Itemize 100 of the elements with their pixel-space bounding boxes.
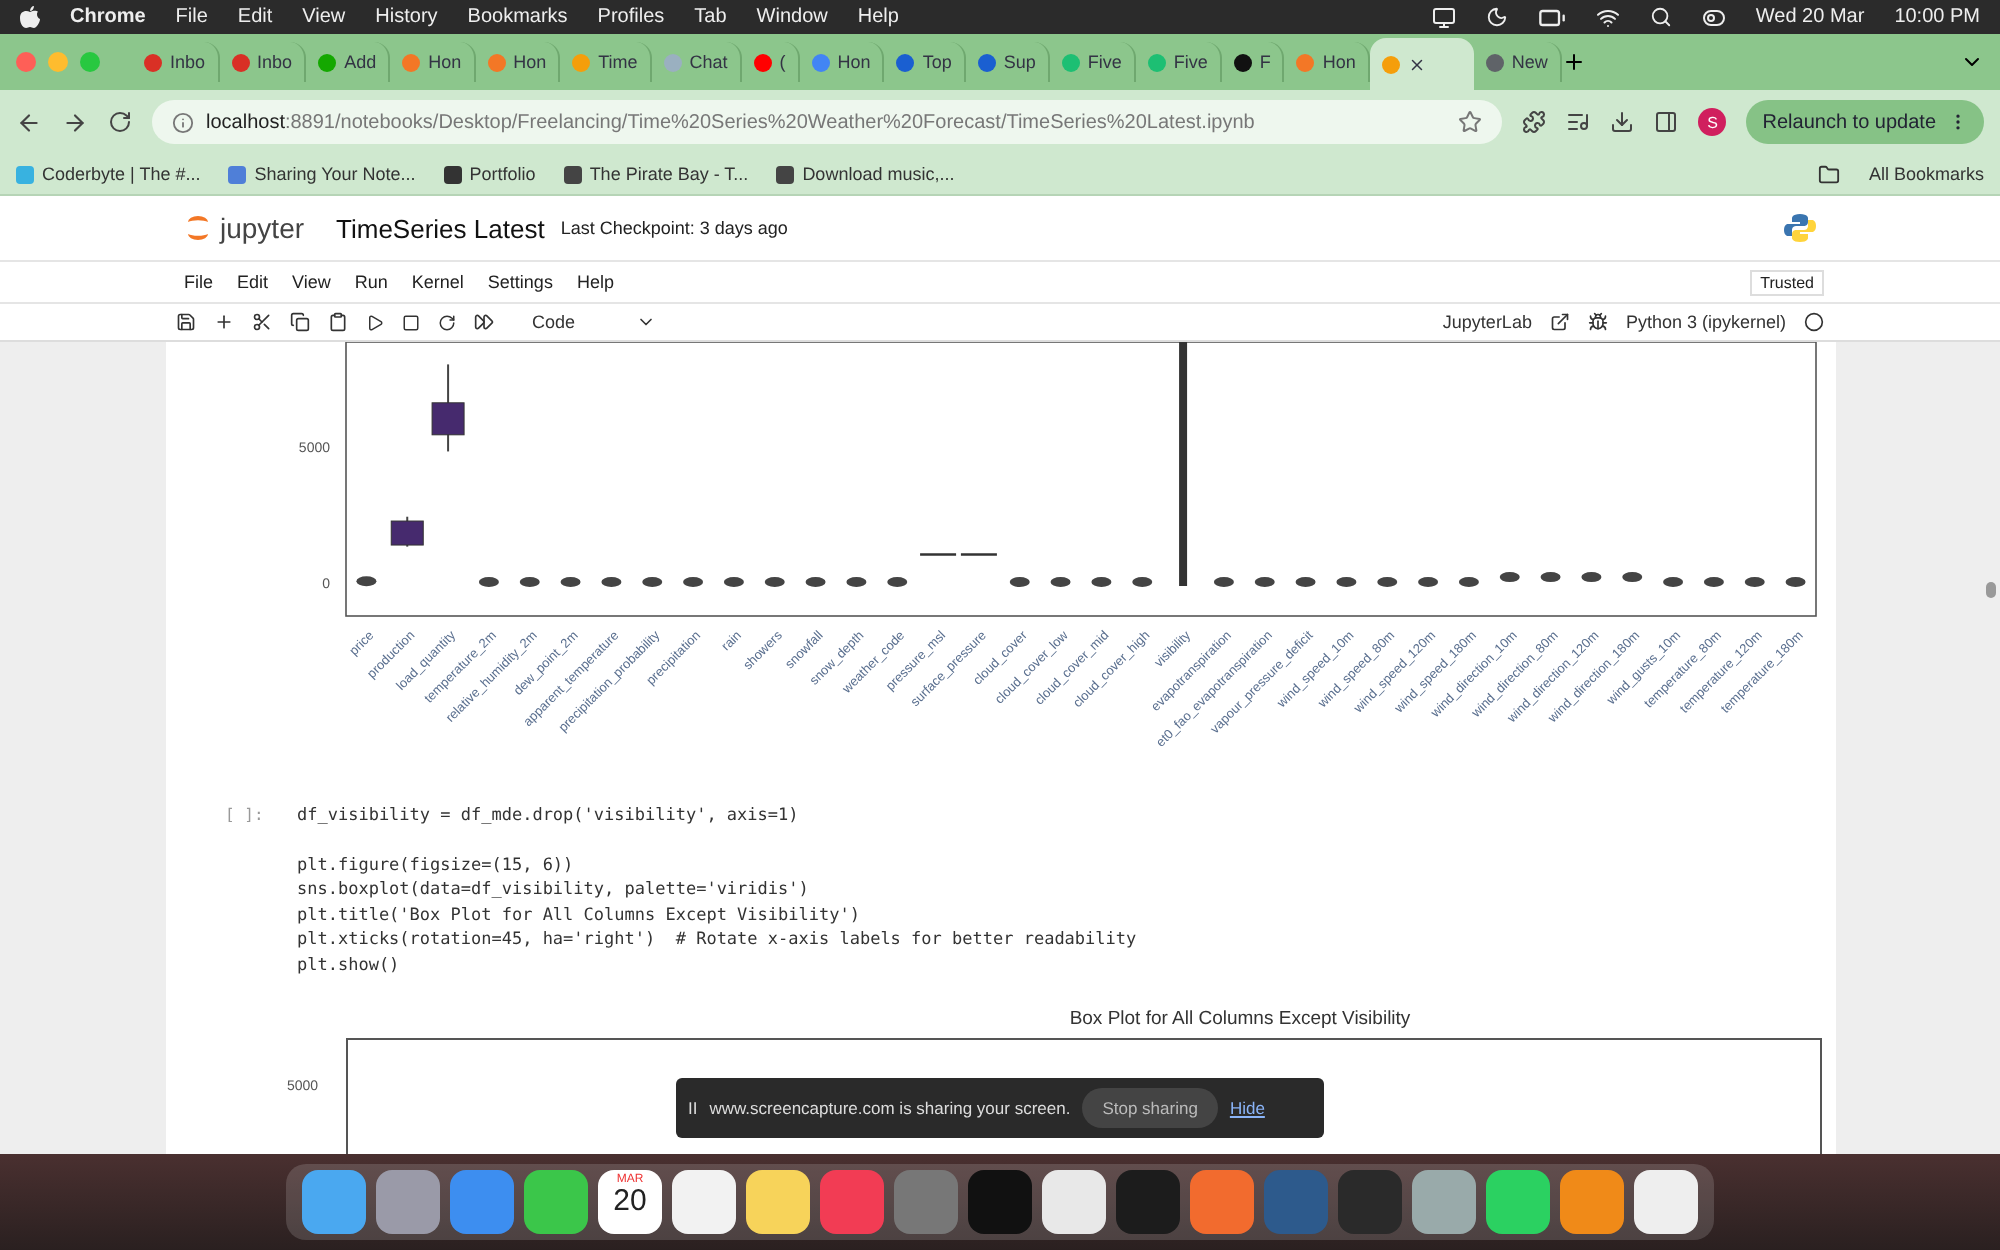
dock-app-icon[interactable]	[746, 1170, 810, 1234]
menu-item[interactable]: View	[302, 6, 346, 28]
side-panel-icon[interactable]	[1654, 110, 1679, 134]
debugger-icon[interactable]	[1587, 312, 1608, 332]
menu-item[interactable]: History	[375, 6, 438, 28]
download-icon[interactable]	[1610, 110, 1635, 134]
notebook-menu-item[interactable]: View	[292, 272, 331, 292]
dock-app-icon[interactable]	[1042, 1170, 1106, 1234]
cell-type-dropdown[interactable]: Code	[532, 312, 656, 332]
search-icon[interactable]	[1649, 6, 1672, 28]
paste-icon[interactable]	[328, 312, 348, 332]
browser-tab[interactable]: Five	[1049, 42, 1136, 82]
kernel-name[interactable]: Python 3 (ipykernel)	[1625, 312, 1786, 332]
browser-tab[interactable]: Inbo	[132, 42, 220, 82]
bookmark[interactable]: The Pirate Bay - T...	[563, 164, 749, 184]
browser-tab[interactable]: (	[741, 42, 800, 82]
run-all-icon[interactable]	[474, 312, 494, 332]
cut-icon[interactable]	[252, 312, 272, 332]
browser-tab[interactable]: F	[1221, 42, 1285, 82]
notebook-title[interactable]: TimeSeries Latest	[336, 213, 545, 243]
notebook-menu-item[interactable]: File	[184, 272, 214, 292]
browser-tab[interactable]: Add	[306, 42, 391, 82]
browser-tab[interactable]: Five	[1135, 42, 1222, 82]
info-icon[interactable]	[172, 111, 194, 133]
dock-app-icon[interactable]	[376, 1170, 440, 1234]
forward-icon[interactable]	[62, 109, 88, 135]
menu-item[interactable]: Help	[857, 6, 899, 28]
browser-tab[interactable]: Hon	[475, 42, 561, 82]
checkpoint-text: Last Checkpoint: 3 days ago	[560, 218, 788, 238]
media-icon[interactable]	[1566, 110, 1591, 134]
new-tab-icon[interactable]	[1561, 50, 1586, 74]
bookmark[interactable]: Portfolio	[443, 164, 536, 184]
browser-tab[interactable]: New	[1473, 42, 1562, 82]
menu-item[interactable]: Edit	[237, 6, 273, 28]
browser-tab[interactable]: Top	[884, 42, 966, 82]
address-bar[interactable]: localhost:8891/notebooks/Desktop/Freelancing/Time%20Series%20Weather%20Forecast/TimeSeries%20Latest.ipynb	[152, 100, 1503, 144]
relaunch-button[interactable]: Relaunch to update	[1746, 100, 1984, 144]
browser-tab[interactable]: Hon	[390, 42, 476, 82]
back-icon[interactable]	[16, 109, 42, 135]
notebook-menu-item[interactable]: Help	[576, 272, 614, 292]
box-whisker	[1131, 577, 1152, 587]
box-whisker	[559, 577, 580, 587]
apple-icon[interactable]	[20, 6, 40, 28]
control-center-icon[interactable]	[1701, 5, 1726, 29]
notebook-menu-item[interactable]: Edit	[237, 272, 269, 292]
extensions-icon[interactable]	[1522, 110, 1547, 134]
box-whisker	[1212, 577, 1233, 587]
bookmark[interactable]: Download music,...	[776, 164, 955, 184]
browser-tab[interactable]: Time	[560, 42, 652, 82]
all-bookmarks[interactable]: All Bookmarks	[1868, 164, 1984, 184]
dock-app-icon[interactable]	[524, 1170, 588, 1234]
wifi-icon[interactable]	[1595, 5, 1620, 29]
stop-icon[interactable]	[402, 313, 420, 331]
dock-app-icon[interactable]	[672, 1170, 736, 1234]
app-menu[interactable]: Chrome	[70, 6, 146, 28]
save-icon[interactable]	[176, 312, 196, 332]
notebook-menu-item[interactable]: Kernel	[411, 272, 464, 292]
screen-share-icon[interactable]	[1431, 5, 1456, 29]
restart-icon[interactable]	[438, 313, 456, 331]
jupyter-logo[interactable]: jupyter	[184, 212, 305, 244]
run-icon[interactable]	[366, 313, 384, 331]
menu-item[interactable]: Profiles	[597, 6, 665, 28]
browser-tab[interactable]: Hon	[799, 42, 885, 82]
close-icon[interactable]	[1407, 55, 1426, 73]
browser-tab[interactable]: Inbo	[219, 42, 307, 82]
menu-item[interactable]: File	[175, 6, 208, 28]
copy-icon[interactable]	[290, 312, 310, 332]
moon-icon[interactable]	[1485, 6, 1508, 28]
hide-link[interactable]: Hide	[1229, 1098, 1265, 1118]
menu-item[interactable]: Window	[756, 6, 828, 28]
dock-app-icon[interactable]	[1486, 1170, 1550, 1234]
external-link-icon[interactable]	[1549, 312, 1570, 332]
add-cell-icon[interactable]	[214, 312, 234, 332]
notebook-menu-item[interactable]: Run	[354, 272, 388, 292]
reload-icon[interactable]	[108, 110, 132, 134]
box-whisker	[389, 515, 423, 548]
browser-tab[interactable]: Chat	[651, 42, 742, 82]
star-icon[interactable]	[1458, 110, 1483, 134]
notebook-menu-item[interactable]: Settings	[487, 272, 553, 292]
trusted-badge[interactable]: Trusted	[1750, 269, 1824, 295]
dock-app-icon[interactable]	[1560, 1170, 1624, 1234]
browser-tab[interactable]: Hon	[1284, 42, 1370, 82]
bookmark[interactable]: Coderbyte | The #...	[16, 164, 201, 184]
box-whisker	[355, 576, 376, 587]
dock-app-icon[interactable]	[1412, 1170, 1476, 1234]
folder-icon[interactable]	[1818, 163, 1841, 185]
box-whisker	[959, 553, 996, 556]
jupyterlab-link[interactable]: JupyterLab	[1442, 312, 1532, 332]
menubar-date[interactable]: Wed 20 Mar	[1755, 6, 1865, 28]
menubar-time[interactable]: 10:00 PM	[1894, 6, 1980, 28]
dock-app-icon[interactable]	[302, 1170, 366, 1234]
stop-sharing-button[interactable]: Stop sharing	[1082, 1088, 1218, 1128]
menu-item[interactable]: Tab	[694, 6, 727, 28]
dock-app-icon[interactable]	[1634, 1170, 1698, 1234]
menu-item[interactable]: Bookmarks	[467, 6, 568, 28]
box-whisker	[1621, 572, 1642, 583]
browser-tab[interactable]: Sup	[965, 42, 1050, 82]
scrollbar-thumb[interactable]	[1986, 582, 1996, 598]
profile-avatar[interactable]: S	[1698, 108, 1727, 136]
bookmark[interactable]: Sharing Your Note...	[228, 164, 416, 184]
